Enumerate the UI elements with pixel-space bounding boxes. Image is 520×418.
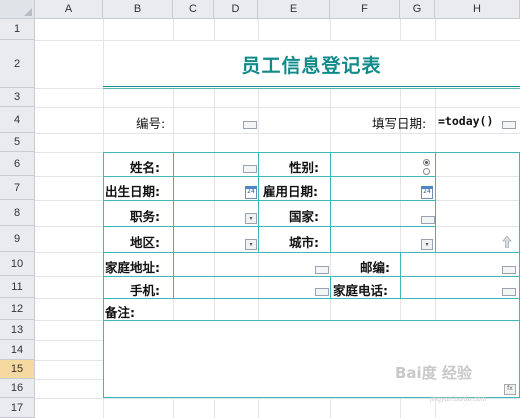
- fill-date-formula[interactable]: =today(): [438, 114, 493, 128]
- row-header-11[interactable]: 11: [0, 276, 35, 298]
- baidu-watermark-logo: Bai度 经验: [395, 364, 472, 382]
- form-border: [330, 276, 331, 298]
- number-label: 编号:: [136, 116, 166, 131]
- form-border: [435, 152, 436, 252]
- birth-date-label: 出生日期:: [105, 184, 160, 199]
- row-header-16[interactable]: 16: [0, 379, 35, 398]
- address-label: 家庭地址:: [105, 260, 160, 275]
- name-input-handle[interactable]: [243, 165, 257, 173]
- position-label: 职务:: [130, 209, 160, 224]
- name-label: 姓名:: [130, 160, 160, 175]
- form-border: [435, 152, 520, 153]
- column-header-b[interactable]: B: [103, 0, 173, 19]
- mobile-input-handle[interactable]: [315, 288, 329, 296]
- form-title: 员工信息登记表: [241, 54, 382, 77]
- form-border: [103, 276, 520, 277]
- postcode-label: 邮编:: [360, 260, 390, 275]
- city-label: 城市:: [289, 235, 319, 250]
- row-header-9[interactable]: 9: [0, 226, 35, 252]
- home-phone-label: 家庭电话:: [333, 283, 388, 298]
- title-underline: [103, 88, 520, 89]
- select-all-corner[interactable]: [0, 0, 35, 19]
- gridline: [35, 107, 520, 108]
- gender-radio-male[interactable]: [423, 159, 430, 166]
- fill-date-input-handle[interactable]: [502, 121, 516, 129]
- country-label: 国家:: [289, 209, 319, 224]
- resize-handle-icon[interactable]: fx: [504, 384, 516, 395]
- gender-radio-female[interactable]: [423, 168, 430, 175]
- row-header-14[interactable]: 14: [0, 340, 35, 360]
- form-border: [173, 276, 174, 298]
- form-border: [103, 200, 435, 201]
- number-input-handle[interactable]: [243, 121, 257, 129]
- row-header-2[interactable]: 2: [0, 40, 35, 88]
- row-header-13[interactable]: 13: [0, 320, 35, 340]
- form-border: [173, 152, 174, 252]
- form-border: [330, 152, 331, 252]
- form-border: [103, 226, 435, 227]
- form-border: [103, 298, 520, 299]
- city-dropdown-button[interactable]: ▾: [421, 239, 433, 250]
- region-label: 地区:: [130, 235, 160, 250]
- column-header-f[interactable]: F: [330, 0, 400, 19]
- row-header-1[interactable]: 1: [0, 19, 35, 40]
- baidu-watermark-url: jingyan.baidu.com: [430, 396, 487, 403]
- spreadsheet: A B C D E F G H 1 2 3 4 5 6 7 8 9 10 11 …: [0, 0, 520, 418]
- form-border: [103, 152, 435, 153]
- row-header-7[interactable]: 7: [0, 176, 35, 200]
- form-border: [258, 152, 259, 252]
- home-phone-input-handle[interactable]: [502, 288, 516, 296]
- position-dropdown-button[interactable]: ▾: [245, 213, 257, 224]
- title-underline: [103, 86, 520, 87]
- calendar-icon[interactable]: 24: [421, 186, 433, 199]
- column-header-e[interactable]: E: [258, 0, 330, 19]
- address-input-handle[interactable]: [315, 266, 329, 274]
- column-header-h[interactable]: H: [435, 0, 520, 19]
- form-border: [173, 252, 174, 276]
- gridline: [35, 133, 520, 134]
- column-header-a[interactable]: A: [35, 0, 103, 19]
- postcode-input-handle[interactable]: [502, 266, 516, 274]
- country-input-handle[interactable]: [421, 216, 435, 224]
- row-header-3[interactable]: 3: [0, 88, 35, 107]
- gender-label: 性别:: [289, 160, 319, 175]
- hire-date-label: 雇用日期:: [263, 184, 318, 199]
- remarks-label: 备注:: [105, 305, 135, 320]
- region-dropdown-button[interactable]: ▾: [245, 239, 257, 250]
- row-header-10[interactable]: 10: [0, 252, 35, 276]
- row-header-12[interactable]: 12: [0, 298, 35, 320]
- fill-date-label: 填写日期:: [372, 116, 427, 131]
- form-border: [103, 176, 435, 177]
- calendar-icon[interactable]: 24: [245, 186, 257, 199]
- row-header-4[interactable]: 4: [0, 107, 35, 133]
- photo-upload-icon[interactable]: [502, 236, 512, 248]
- row-header-8[interactable]: 8: [0, 200, 35, 226]
- form-border: [103, 252, 520, 253]
- row-header-6[interactable]: 6: [0, 152, 35, 176]
- column-header-d[interactable]: D: [214, 0, 258, 19]
- mobile-label: 手机:: [130, 283, 160, 298]
- row-header-5[interactable]: 5: [0, 133, 35, 152]
- form-border: [400, 252, 401, 298]
- row-header-15[interactable]: 15: [0, 360, 35, 379]
- row-header-17[interactable]: 17: [0, 398, 35, 418]
- column-header-g[interactable]: G: [400, 0, 435, 19]
- column-header-c[interactable]: C: [173, 0, 214, 19]
- remarks-textarea[interactable]: [104, 321, 519, 397]
